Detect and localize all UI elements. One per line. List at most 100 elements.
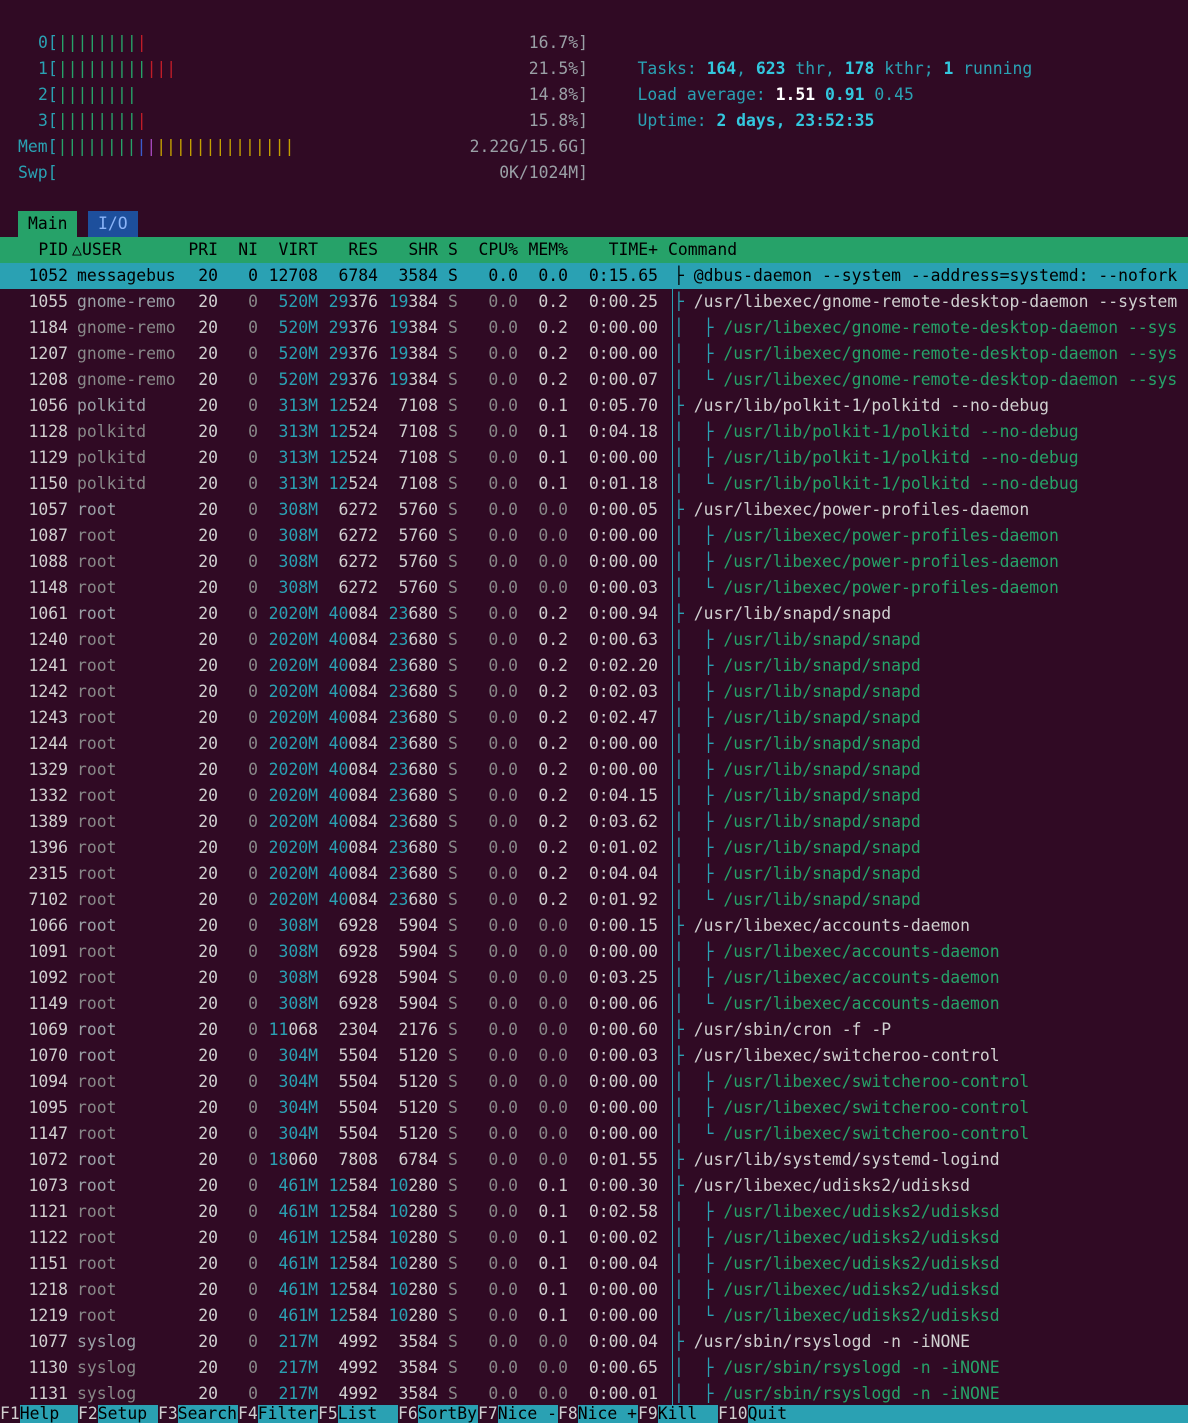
- table-row[interactable]: 1055 gnome-remo 20 0 520M 29376 19384 S 0.0 0.2 0:…: [0, 289, 1188, 315]
- table-row[interactable]: 1061 root 20 0 2020M 40084 23680 S 0.0 0.2 0:00.94…: [0, 601, 1188, 627]
- fkey-sortby[interactable]: F6SortBy: [398, 1405, 477, 1423]
- column-mem[interactable]: MEM%: [520, 237, 568, 263]
- table-row[interactable]: 1242 root 20 0 2020M 40084 23680 S 0.0 0.2 0:02.03…: [0, 679, 1188, 705]
- table-row[interactable]: 2315 root 20 0 2020M 40084 23680 S 0.0 0.2 0:04.04…: [0, 861, 1188, 887]
- table-row[interactable]: 1207 gnome-remo 20 0 520M 29376 19384 S 0.0 0.2 0:…: [0, 341, 1188, 367]
- fkey-filter[interactable]: F4Filter: [238, 1405, 317, 1423]
- res: 6928: [338, 994, 378, 1013]
- shr: 23680: [388, 864, 438, 883]
- state: S: [448, 292, 458, 311]
- table-row[interactable]: 1094 root 20 0 304M 5504 5120 S 0.0 0.0 0:00.00 │ ├…: [0, 1069, 1188, 1095]
- table-row[interactable]: 1151 root 20 0 461M 12584 10280 S 0.0 0.1 0:00.04 │…: [0, 1251, 1188, 1277]
- user: polkitd: [77, 396, 147, 415]
- table-row[interactable]: 1057 root 20 0 308M 6272 5760 S 0.0 0.0 0:00.05 ├ /…: [0, 497, 1188, 523]
- cpu-percent: 0.0: [488, 1228, 518, 1247]
- table-row[interactable]: 7102 root 20 0 2020M 40084 23680 S 0.0 0.2 0:01.92…: [0, 887, 1188, 913]
- cpu-percent: 0.0: [488, 578, 518, 597]
- table-row[interactable]: 1056 polkitd 20 0 313M 12524 7108 S 0.0 0.1 0:05.7…: [0, 393, 1188, 419]
- time: 0:00.00: [588, 1124, 658, 1143]
- table-row[interactable]: 1077 syslog 20 0 217M 4992 3584 S 0.0 0.0 0:00.04 ├…: [0, 1329, 1188, 1355]
- cpu-percent: 0.0: [488, 656, 518, 675]
- table-row[interactable]: 1066 root 20 0 308M 6928 5904 S 0.0 0.0 0:00.15 ├ /…: [0, 913, 1188, 939]
- fkey-kill[interactable]: F9Kill: [638, 1405, 697, 1423]
- pid: 1092: [28, 968, 68, 987]
- column-command[interactable]: Command: [668, 237, 737, 263]
- table-row[interactable]: 1122 root 20 0 461M 12584 10280 S 0.0 0.1 0:00.02 │…: [0, 1225, 1188, 1251]
- table-row[interactable]: 1070 root 20 0 304M 5504 5120 S 0.0 0.0 0:00.03 ├ /…: [0, 1043, 1188, 1069]
- column-pid[interactable]: PID: [0, 237, 68, 263]
- table-row[interactable]: 1091 root 20 0 308M 6928 5904 S 0.0 0.0 0:00.00 │ ├…: [0, 939, 1188, 965]
- column-state[interactable]: S: [448, 237, 458, 263]
- table-row[interactable]: 1131 syslog 20 0 217M 4992 3584 S 0.0 0.0 0:00.01 │…: [0, 1381, 1188, 1407]
- table-row[interactable]: 1069 root 20 0 11068 2304 2176 S 0.0 0.0 0:00.60 ├ …: [0, 1017, 1188, 1043]
- nice: 0: [248, 760, 258, 779]
- fkey-nice[interactable]: F7Nice -: [478, 1405, 557, 1423]
- table-row[interactable]: 1121 root 20 0 461M 12584 10280 S 0.0 0.1 0:02.58 │…: [0, 1199, 1188, 1225]
- table-row[interactable]: 1208 gnome-remo 20 0 520M 29376 19384 S 0.0 0.2 0:…: [0, 367, 1188, 393]
- table-row[interactable]: 1241 root 20 0 2020M 40084 23680 S 0.0 0.2 0:02.20…: [0, 653, 1188, 679]
- nice: 0: [248, 318, 258, 337]
- command-text: /usr/lib/snapd/snapd: [723, 734, 921, 753]
- state: S: [448, 604, 458, 623]
- table-row[interactable]: 1147 root 20 0 304M 5504 5120 S 0.0 0.0 0:00.00 │ └…: [0, 1121, 1188, 1147]
- table-row[interactable]: 1244 root 20 0 2020M 40084 23680 S 0.0 0.2 0:00.00…: [0, 731, 1188, 757]
- table-row[interactable]: 1148 root 20 0 308M 6272 5760 S 0.0 0.0 0:00.03 │ └…: [0, 575, 1188, 601]
- table-row[interactable]: 1087 root 20 0 308M 6272 5760 S 0.0 0.0 0:00.00 │ ├…: [0, 523, 1188, 549]
- fkey-setup[interactable]: F2Setup: [78, 1405, 147, 1423]
- table-row[interactable]: 1073 root 20 0 461M 12584 10280 S 0.0 0.1 0:00.30 ├…: [0, 1173, 1188, 1199]
- table-row[interactable]: 1243 root 20 0 2020M 40084 23680 S 0.0 0.2 0:02.47…: [0, 705, 1188, 731]
- table-row[interactable]: 1072 root 20 0 18060 7808 6784 S 0.0 0.0 0:01.55 ├ …: [0, 1147, 1188, 1173]
- column-ni[interactable]: NI: [222, 237, 258, 263]
- state: S: [448, 864, 458, 883]
- table-row[interactable]: 1130 syslog 20 0 217M 4992 3584 S 0.0 0.0 0:00.65 │…: [0, 1355, 1188, 1381]
- column-pri[interactable]: PRI: [170, 237, 218, 263]
- pid: 1055: [28, 292, 68, 311]
- pid: 1148: [28, 578, 68, 597]
- fkey-quit[interactable]: F10Quit: [718, 1405, 787, 1423]
- fkey-search[interactable]: F3Search: [158, 1405, 237, 1423]
- table-row[interactable]: 1129 polkitd 20 0 313M 12524 7108 S 0.0 0.1 0:00.0…: [0, 445, 1188, 471]
- column-user[interactable]: USER: [82, 237, 121, 263]
- priority: 20: [198, 864, 218, 883]
- pid: 1240: [28, 630, 68, 649]
- table-row[interactable]: 1332 root 20 0 2020M 40084 23680 S 0.0 0.2 0:04.15…: [0, 783, 1188, 809]
- state: S: [448, 1124, 458, 1143]
- cpu-percent: 0.0: [488, 942, 518, 961]
- command-text: /usr/sbin/rsyslogd -n -iNONE: [693, 1332, 971, 1351]
- table-row[interactable]: 1088 root 20 0 308M 6272 5760 S 0.0 0.0 0:00.00 │ ├…: [0, 549, 1188, 575]
- column-res[interactable]: RES: [318, 237, 378, 263]
- tree-branch: │ ├: [674, 656, 724, 675]
- state: S: [448, 318, 458, 337]
- tab-io[interactable]: I/O: [88, 211, 138, 237]
- table-row[interactable]: 1184 gnome-remo 20 0 520M 29376 19384 S 0.0 0.2 0:…: [0, 315, 1188, 341]
- table-row[interactable]: 1092 root 20 0 308M 6928 5904 S 0.0 0.0 0:03.25 │ ├…: [0, 965, 1188, 991]
- table-row[interactable]: 1219 root 20 0 461M 12584 10280 S 0.0 0.1 0:00.00 │…: [0, 1303, 1188, 1329]
- table-row[interactable]: 1149 root 20 0 308M 6928 5904 S 0.0 0.0 0:00.06 │ └…: [0, 991, 1188, 1017]
- tree-branch: ├: [674, 266, 694, 285]
- nice: 0: [248, 864, 258, 883]
- table-row[interactable]: 1218 root 20 0 461M 12584 10280 S 0.0 0.1 0:00.00 │…: [0, 1277, 1188, 1303]
- table-row[interactable]: 1150 polkitd 20 0 313M 12524 7108 S 0.0 0.1 0:01.1…: [0, 471, 1188, 497]
- pid: 1150: [28, 474, 68, 493]
- command-text: /usr/lib/snapd/snapd: [723, 890, 921, 909]
- fkey-nice[interactable]: F8Nice +: [558, 1405, 637, 1423]
- mem-percent: 0.1: [538, 396, 568, 415]
- fkey-number: F8: [558, 1405, 578, 1423]
- tab-main[interactable]: Main: [18, 211, 78, 237]
- column-shr[interactable]: SHR: [378, 237, 438, 263]
- column-virt[interactable]: VIRT: [260, 237, 318, 263]
- fkey-label: Setup: [97, 1405, 148, 1423]
- table-row[interactable]: 1240 root 20 0 2020M 40084 23680 S 0.0 0.2 0:00.63…: [0, 627, 1188, 653]
- table-row[interactable]: 1389 root 20 0 2020M 40084 23680 S 0.0 0.2 0:03.62…: [0, 809, 1188, 835]
- column-time[interactable]: TIME+: [570, 237, 658, 263]
- table-row[interactable]: 1128 polkitd 20 0 313M 12524 7108 S 0.0 0.1 0:04.1…: [0, 419, 1188, 445]
- command-text: /usr/libexec/switcheroo-control: [723, 1124, 1030, 1143]
- table-row[interactable]: 1052 messagebus 20 0 12708 6784 3584 S 0.0 0.0 0:1…: [0, 263, 1188, 289]
- fkey-list[interactable]: F5List: [318, 1405, 377, 1423]
- table-row[interactable]: 1329 root 20 0 2020M 40084 23680 S 0.0 0.2 0:00.00…: [0, 757, 1188, 783]
- table-row[interactable]: 1396 root 20 0 2020M 40084 23680 S 0.0 0.2 0:01.02…: [0, 835, 1188, 861]
- column-cpu[interactable]: CPU%: [468, 237, 518, 263]
- table-row[interactable]: 1095 root 20 0 304M 5504 5120 S 0.0 0.0 0:00.00 │ ├…: [0, 1095, 1188, 1121]
- fkey-help[interactable]: F1Help: [0, 1405, 59, 1423]
- command-text: /usr/lib/polkit-1/polkitd --no-debug: [723, 474, 1079, 493]
